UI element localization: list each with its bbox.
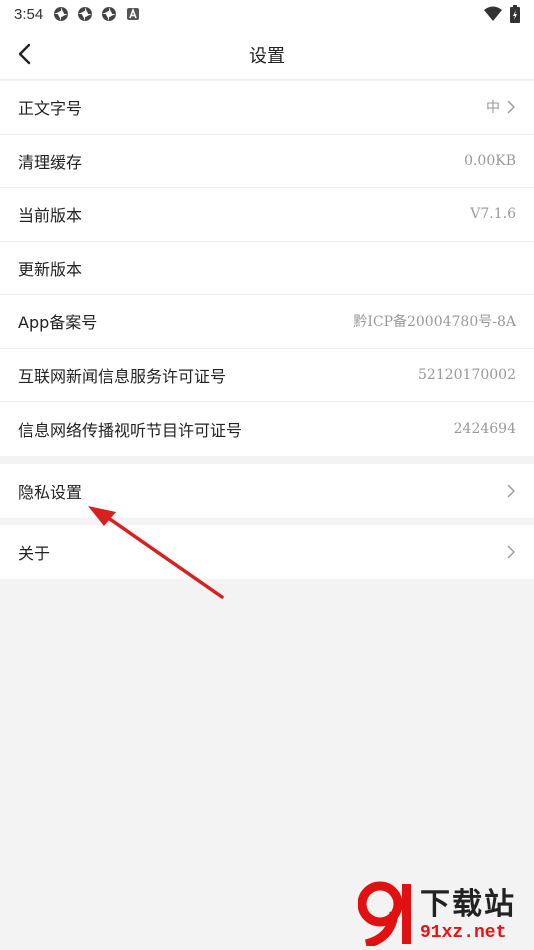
pinwheel-icon [78, 7, 93, 21]
setting-clear-cache[interactable]: 清理缓存 0.00KB [0, 135, 534, 188]
setting-value: V7.1.6 [470, 206, 516, 223]
chevron-right-icon [507, 100, 515, 114]
setting-label: 清理缓存 [18, 152, 83, 172]
setting-app-record-number: App备案号 黔ICP备20004780号-8A [0, 295, 534, 349]
setting-update-version[interactable]: 更新版本 [0, 242, 534, 295]
privacy-settings-label: 隐私设置 [18, 482, 83, 502]
setting-label: App备案号 [18, 313, 98, 333]
header-bar: 设置 [0, 28, 534, 80]
battery-charging-icon [510, 5, 520, 23]
setting-label: 更新版本 [18, 259, 83, 279]
wifi-icon [484, 6, 502, 21]
setting-value: 0.00KB [464, 152, 516, 169]
setting-label: 互联网新闻信息服务许可证号 [18, 366, 227, 386]
setting-news-license: 互联网新闻信息服务许可证号 52120170002 [0, 349, 534, 402]
chevron-right-icon [507, 545, 515, 559]
setting-value: 黔ICP备20004780号-8A [353, 314, 516, 331]
watermark: 下载站 91xz.net [358, 874, 528, 948]
notification-a-icon [127, 7, 140, 20]
page-title: 设置 [249, 46, 285, 67]
setting-label: 当前版本 [18, 206, 83, 226]
setting-value: 52120170002 [418, 366, 516, 383]
about-group: 关于 [0, 525, 534, 579]
settings-list: 正文字号 中 清理缓存 0.00KB 当前版本 V7.1.6 更新版本 App备… [0, 81, 534, 456]
pinwheel-icon [54, 7, 69, 21]
about-item[interactable]: 关于 [0, 525, 534, 579]
privacy-group: 隐私设置 [0, 464, 534, 518]
status-bar: 3:54 [0, 0, 534, 28]
setting-font-size[interactable]: 正文字号 中 [0, 81, 534, 135]
watermark-title: 下载站 [420, 888, 516, 921]
setting-label: 信息网络传播视听节目许可证号 [18, 420, 243, 440]
pinwheel-icon [102, 7, 117, 21]
setting-label: 正文字号 [18, 99, 83, 119]
watermark-url: 91xz.net [420, 923, 507, 943]
chevron-right-icon [507, 484, 515, 498]
setting-value: 2424694 [453, 420, 516, 437]
setting-current-version: 当前版本 V7.1.6 [0, 188, 534, 242]
watermark-logo-icon [358, 881, 411, 946]
privacy-settings-item[interactable]: 隐私设置 [0, 464, 534, 518]
about-label: 关于 [18, 543, 51, 563]
setting-av-license: 信息网络传播视听节目许可证号 2424694 [0, 402, 534, 456]
status-time: 3:54 [14, 5, 44, 23]
setting-value: 中 [486, 100, 500, 117]
